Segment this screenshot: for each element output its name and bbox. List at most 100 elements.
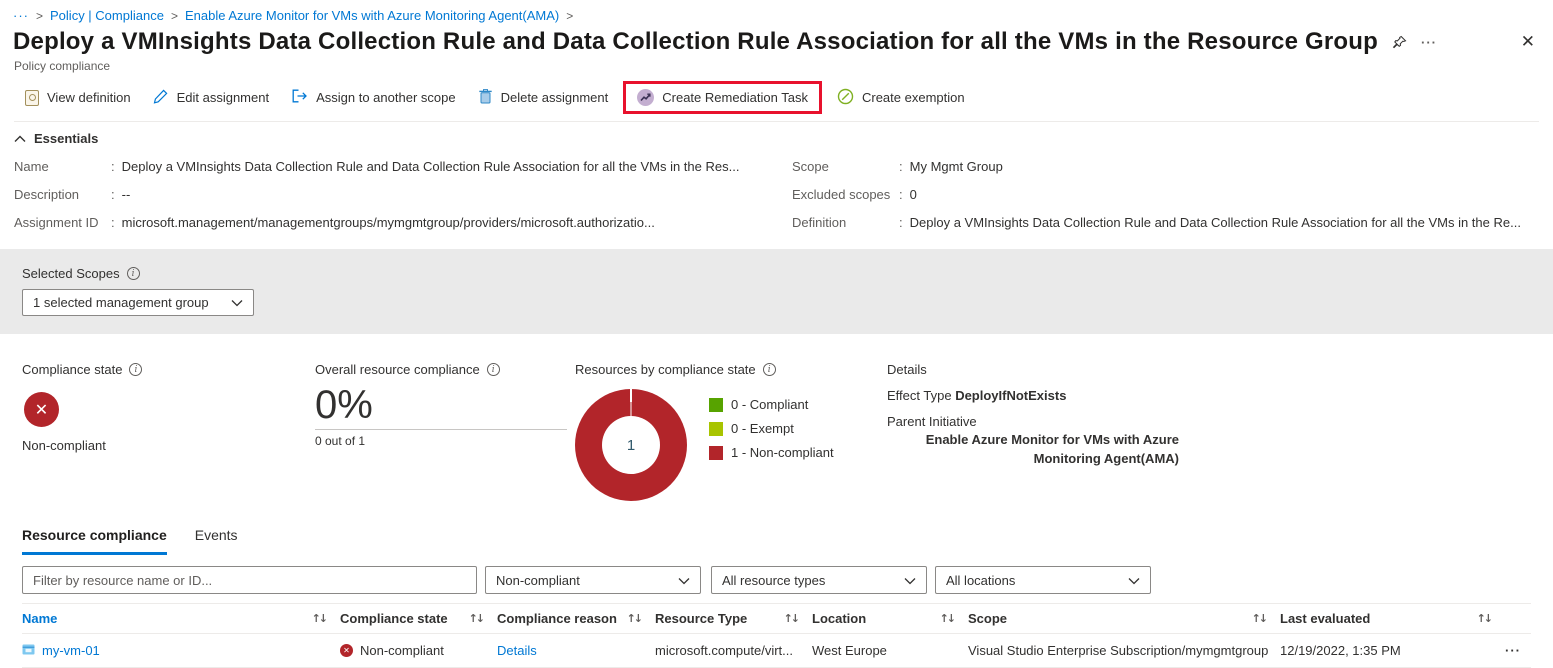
info-icon[interactable]: i xyxy=(762,363,776,376)
assign-to-another-scope-button[interactable]: Assign to another scope xyxy=(280,83,466,112)
assign-scope-label: Assign to another scope xyxy=(316,90,456,105)
essentials-excluded-scopes-row: Excluded scopes : 0 xyxy=(792,187,917,202)
resources-by-state-card: Resources by compliance state i 1 0 - Co… xyxy=(575,362,887,501)
details-card: Details Effect Type DeployIfNotExists Pa… xyxy=(887,362,1553,501)
breadcrumb-ellipsis[interactable]: ··· xyxy=(13,8,29,23)
description-value: -- xyxy=(121,187,131,202)
resource-type-filter[interactable]: All resource types xyxy=(711,566,927,594)
title-row: Deploy a VMInsights Data Collection Rule… xyxy=(0,23,1553,56)
essentials-name-row: Name : Deploy a VMInsights Data Collecti… xyxy=(14,159,740,174)
page-title: Deploy a VMInsights Data Collection Rule… xyxy=(13,28,1378,55)
command-bar: View definition Edit assignment Assign t… xyxy=(14,81,1539,122)
effect-type-label: Effect Type xyxy=(887,388,952,403)
selected-scopes-header: Selected Scopes i xyxy=(22,266,1553,281)
chevron-down-icon xyxy=(904,573,916,588)
row-last-evaluated: 12/19/2022, 1:35 PM xyxy=(1280,643,1401,658)
compliance-state-filter[interactable]: Non-compliant xyxy=(485,566,701,594)
sort-icon: ↑↓ xyxy=(939,612,957,625)
delete-assignment-button[interactable]: Delete assignment xyxy=(467,83,620,112)
view-definition-button[interactable]: View definition xyxy=(14,85,142,111)
name-value: Deploy a VMInsights Data Collection Rule… xyxy=(121,159,740,174)
compliance-percent: 0% xyxy=(315,383,373,427)
create-exemption-button[interactable]: Create exemption xyxy=(826,83,976,113)
edit-assignment-button[interactable]: Edit assignment xyxy=(142,83,281,112)
header-more-icon[interactable]: ··· xyxy=(1421,35,1437,50)
pin-icon[interactable] xyxy=(1392,35,1407,50)
column-header-compliance-reason[interactable]: Compliance reason ↑↓ xyxy=(497,611,655,626)
column-header-name[interactable]: Name ↑↓ xyxy=(22,611,340,626)
pencil-icon xyxy=(153,88,169,107)
location-filter-value: All locations xyxy=(946,572,1016,588)
resources-chart-title: Resources by compliance state xyxy=(575,362,756,377)
sort-icon: ↑↓ xyxy=(783,612,801,625)
column-header-location[interactable]: Location ↑↓ xyxy=(812,611,968,626)
breadcrumb-separator: > xyxy=(36,8,44,23)
resource-compliance-table: Name ↑↓ Compliance state ↑↓ Compliance r… xyxy=(22,603,1531,668)
info-icon[interactable]: i xyxy=(129,363,143,376)
chevron-down-icon xyxy=(678,573,690,588)
essentials-panel: Name : Deploy a VMInsights Data Collecti… xyxy=(14,159,1539,243)
definition-label: Definition xyxy=(792,215,847,230)
divider xyxy=(315,429,567,430)
legend-label: 0 - Exempt xyxy=(731,421,794,436)
info-icon[interactable]: i xyxy=(486,363,500,376)
breadcrumb-separator: > xyxy=(566,8,574,23)
selected-scopes-dropdown[interactable]: 1 selected management group xyxy=(22,289,254,316)
details-link[interactable]: Details xyxy=(497,643,537,658)
compliance-state-filter-value: Non-compliant xyxy=(496,572,580,588)
sort-icon: ↑↓ xyxy=(1476,612,1494,625)
table-header: Name ↑↓ Compliance state ↑↓ Compliance r… xyxy=(22,603,1531,634)
sort-icon: ↑↓ xyxy=(626,612,644,625)
selected-scopes-label: Selected Scopes xyxy=(22,266,120,281)
selected-scopes-value: 1 selected management group xyxy=(33,295,209,310)
assignment-id-label: Assignment ID xyxy=(14,215,99,230)
scope-value: My Mgmt Group xyxy=(909,159,1003,174)
tab-events[interactable]: Events xyxy=(195,527,238,555)
essentials-scope-row: Scope : My Mgmt Group xyxy=(792,159,1003,174)
create-remediation-task-button[interactable]: Create Remediation Task xyxy=(626,84,819,111)
column-header-compliance-state[interactable]: Compliance state ↑↓ xyxy=(340,611,497,626)
delete-assignment-label: Delete assignment xyxy=(500,90,609,105)
noncompliant-x-icon: ✕ xyxy=(24,392,59,427)
resource-filter-input[interactable] xyxy=(22,566,477,594)
essentials-assignment-id-row: Assignment ID : microsoft.management/man… xyxy=(14,215,655,230)
page-subtitle: Policy compliance xyxy=(14,59,111,73)
donut-center-value: 1 xyxy=(602,416,660,474)
parent-initiative-label: Parent Initiative xyxy=(887,414,977,429)
breadcrumb-link-initiative[interactable]: Enable Azure Monitor for VMs with Azure … xyxy=(185,8,559,23)
definition-icon xyxy=(25,89,39,106)
selected-scopes-band: Selected Scopes i 1 selected management … xyxy=(0,249,1553,334)
excluded-scopes-label: Excluded scopes xyxy=(792,187,891,202)
compliant-swatch xyxy=(709,397,723,412)
sort-icon: ↑↓ xyxy=(468,612,486,625)
noncompliant-swatch xyxy=(709,445,723,460)
vm-icon xyxy=(22,643,35,659)
column-header-scope[interactable]: Scope ↑↓ xyxy=(968,611,1280,626)
edit-assignment-label: Edit assignment xyxy=(176,90,270,105)
column-header-resource-type[interactable]: Resource Type ↑↓ xyxy=(655,611,812,626)
location-filter[interactable]: All locations xyxy=(935,566,1151,594)
info-icon[interactable]: i xyxy=(126,267,140,280)
chevron-down-icon xyxy=(1128,573,1140,588)
remediation-icon xyxy=(637,89,655,106)
assign-scope-icon xyxy=(291,88,308,107)
resource-name-link[interactable]: my-vm-01 xyxy=(42,643,100,658)
compliance-overview: Compliance state i ✕ Non-compliant Overa… xyxy=(22,362,1553,501)
breadcrumb-link-policy-compliance[interactable]: Policy | Compliance xyxy=(50,8,164,23)
details-title: Details xyxy=(887,362,927,377)
row-menu-icon[interactable]: ··· xyxy=(1505,643,1521,658)
tab-resource-compliance[interactable]: Resource compliance xyxy=(22,527,167,555)
definition-value: Deploy a VMInsights Data Collection Rule… xyxy=(909,215,1521,230)
overall-compliance-title: Overall resource compliance xyxy=(315,362,480,377)
compliance-ratio: 0 out of 1 xyxy=(315,434,366,448)
scope-label: Scope xyxy=(792,159,829,174)
close-icon[interactable]: ✕ xyxy=(1521,32,1535,52)
chart-legend: 0 - Compliant 0 - Exempt 1 - Non-complia… xyxy=(709,397,834,501)
name-label: Name xyxy=(14,159,49,174)
essentials-toggle[interactable]: Essentials xyxy=(14,131,1553,146)
legend-label: 0 - Compliant xyxy=(731,397,809,412)
chevron-down-icon xyxy=(231,295,243,310)
sort-icon: ↑↓ xyxy=(311,612,329,625)
column-header-last-evaluated[interactable]: Last evaluated ↑↓ xyxy=(1280,611,1505,626)
legend-label: 1 - Non-compliant xyxy=(731,445,834,460)
